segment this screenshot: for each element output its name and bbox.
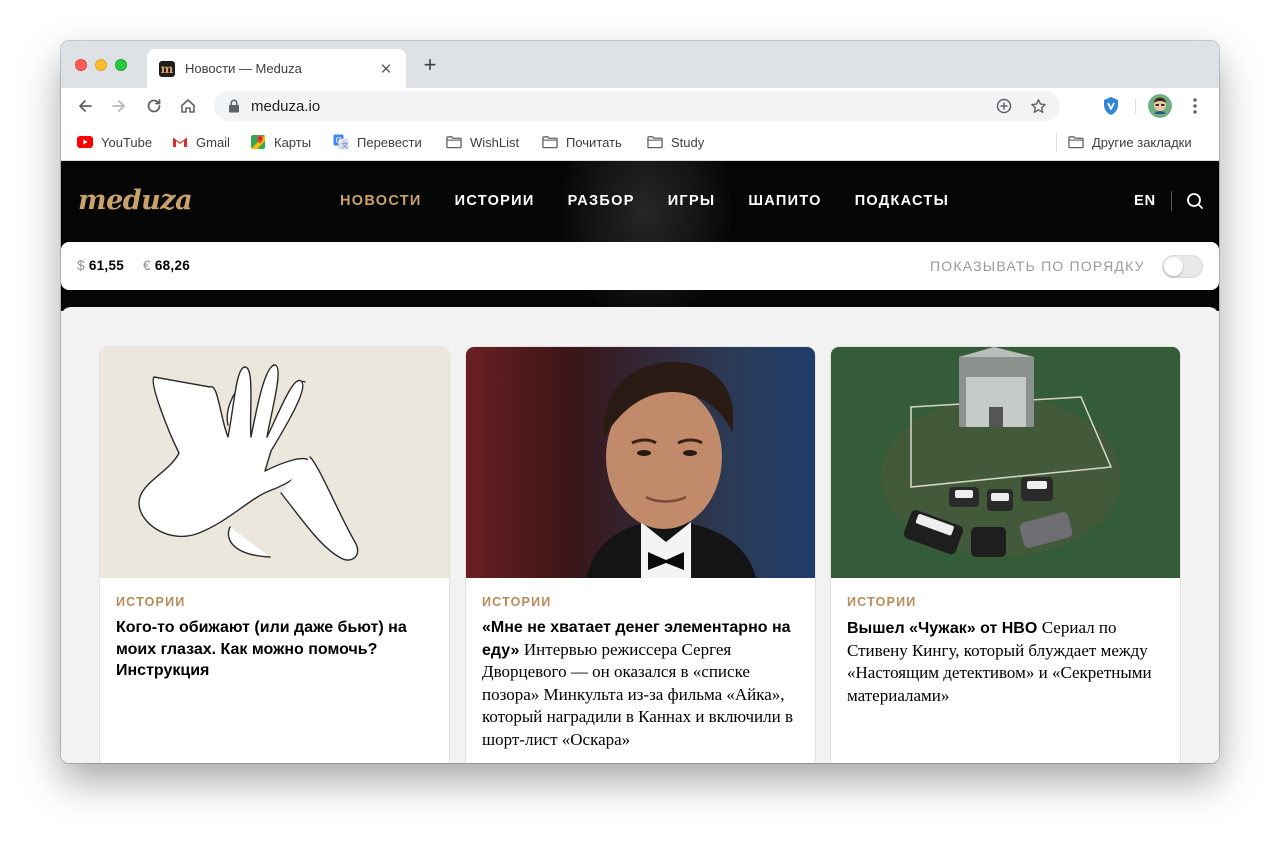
news-feed: ИСТОРИИ Кого-то обижают (или даже бьют) … bbox=[61, 307, 1219, 763]
nav-news[interactable]: НОВОСТИ bbox=[340, 193, 422, 209]
site-header: meduza НОВОСТИ ИСТОРИИ РАЗБОР ИГРЫ ШАПИТ… bbox=[61, 161, 1219, 311]
reload-icon bbox=[147, 99, 161, 113]
minimize-window-button[interactable] bbox=[95, 59, 107, 71]
maximize-window-button[interactable] bbox=[115, 59, 127, 71]
eur-rate: €68,26 bbox=[143, 258, 191, 273]
news-card[interactable]: ИСТОРИИ «Мне не хватает денег элементарн… bbox=[466, 347, 815, 763]
order-toggle-label: ПОКАЗЫВАТЬ ПО ПОРЯДКУ bbox=[930, 258, 1145, 274]
card-image-aerial-barn bbox=[831, 347, 1180, 578]
youtube-icon bbox=[77, 134, 93, 150]
tab-close-icon[interactable]: ✕ bbox=[378, 60, 394, 78]
active-tab[interactable]: m Новости — Meduza ✕ bbox=[147, 49, 406, 88]
toggle-knob bbox=[1164, 257, 1183, 276]
site-search-icon[interactable] bbox=[1185, 191, 1205, 211]
nav-podcasts[interactable]: ПОДКАСТЫ bbox=[855, 193, 949, 209]
news-card[interactable]: ИСТОРИИ Вышел «Чужак» от HBO Сериал по С… bbox=[831, 347, 1180, 763]
other-bookmarks-folder[interactable]: Другие закладки bbox=[1068, 133, 1192, 151]
usd-rate: $61,55 bbox=[77, 258, 125, 273]
site-nav: НОВОСТИ ИСТОРИИ РАЗБОР ИГРЫ ШАПИТО ПОДКА… bbox=[340, 193, 982, 209]
header-divider bbox=[1171, 191, 1172, 211]
home-button[interactable] bbox=[176, 94, 200, 118]
bookmarks-divider bbox=[1056, 133, 1057, 152]
address-bar[interactable]: meduza.io bbox=[214, 91, 1060, 121]
toolbar-divider bbox=[1135, 98, 1136, 114]
bookmark-maps[interactable]: Карты bbox=[250, 133, 311, 151]
arrow-right-icon bbox=[112, 100, 125, 112]
nav-analysis[interactable]: РАЗБОР bbox=[568, 193, 635, 209]
order-toggle[interactable] bbox=[1162, 255, 1203, 278]
nav-stories[interactable]: ИСТОРИИ bbox=[455, 193, 535, 209]
lock-icon[interactable] bbox=[227, 98, 241, 114]
browser-toolbar: meduza.io bbox=[61, 88, 1219, 124]
bookmark-translate[interactable]: G文 Перевести bbox=[333, 133, 422, 151]
folder-icon bbox=[446, 134, 462, 150]
folder-icon bbox=[1068, 134, 1084, 150]
chrome-menu-icon[interactable] bbox=[1183, 94, 1207, 118]
new-tab-button[interactable]: + bbox=[419, 54, 441, 77]
bookmark-gmail[interactable]: Gmail bbox=[172, 133, 230, 151]
news-card[interactable]: ИСТОРИИ Кого-то обижают (или даже бьют) … bbox=[100, 347, 449, 763]
vpn-shield-icon[interactable] bbox=[1099, 94, 1123, 118]
nav-games[interactable]: ИГРЫ bbox=[668, 193, 716, 209]
bookmarks-bar: YouTube Gmail Карты G文 Перевести WishLis… bbox=[61, 124, 1219, 161]
bookmark-youtube[interactable]: YouTube bbox=[77, 133, 152, 151]
card-rubric[interactable]: ИСТОРИИ bbox=[482, 595, 802, 609]
meduza-logo[interactable]: meduza bbox=[78, 185, 193, 216]
close-window-button[interactable] bbox=[75, 59, 87, 71]
svg-text:文: 文 bbox=[342, 141, 349, 150]
card-body: ИСТОРИИ Кого-то обижают (или даже бьют) … bbox=[116, 595, 436, 682]
bookmark-star-icon[interactable] bbox=[1026, 94, 1050, 118]
maps-icon bbox=[250, 134, 266, 150]
meduza-favicon-icon: m bbox=[159, 60, 175, 77]
translate-icon: G文 bbox=[333, 134, 349, 150]
tab-strip: m Новости — Meduza ✕ + bbox=[61, 41, 1219, 88]
card-image-hand-illustration bbox=[100, 347, 449, 578]
install-app-icon[interactable] bbox=[992, 94, 1016, 118]
bookmark-folder-pochitat[interactable]: Почитать bbox=[542, 133, 622, 151]
card-title[interactable]: «Мне не хватает денег элементарно на еду… bbox=[482, 617, 802, 751]
bookmark-folder-study[interactable]: Study bbox=[647, 133, 704, 151]
card-body: ИСТОРИИ Вышел «Чужак» от HBO Сериал по С… bbox=[847, 595, 1167, 707]
card-title[interactable]: Вышел «Чужак» от HBO Сериал по Стивену К… bbox=[847, 617, 1167, 707]
folder-icon bbox=[647, 134, 663, 150]
card-rubric[interactable]: ИСТОРИИ bbox=[847, 595, 1167, 609]
card-title[interactable]: Кого-то обижают (или даже бьют) на моих … bbox=[116, 617, 436, 682]
card-body: ИСТОРИИ «Мне не хватает денег элементарн… bbox=[482, 595, 802, 751]
gmail-icon bbox=[172, 134, 188, 150]
nav-shapito[interactable]: ШАПИТО bbox=[748, 193, 821, 209]
home-icon bbox=[181, 99, 195, 113]
forward-button[interactable] bbox=[107, 94, 131, 118]
reload-button[interactable] bbox=[142, 94, 166, 118]
page-content: meduza НОВОСТИ ИСТОРИИ РАЗБОР ИГРЫ ШАПИТ… bbox=[61, 161, 1219, 763]
card-image-director-portrait bbox=[466, 347, 815, 578]
card-rubric[interactable]: ИСТОРИИ bbox=[116, 595, 436, 609]
profile-avatar[interactable] bbox=[1148, 94, 1172, 118]
folder-icon bbox=[542, 134, 558, 150]
arrow-left-icon bbox=[79, 100, 92, 112]
browser-window: m Новости — Meduza ✕ + meduza.io YouTube… bbox=[61, 41, 1219, 763]
back-button[interactable] bbox=[73, 94, 97, 118]
tab-title: Новости — Meduza bbox=[185, 61, 302, 76]
currency-bar: $61,55 €68,26 ПОКАЗЫВАТЬ ПО ПОРЯДКУ bbox=[61, 242, 1219, 290]
language-switch[interactable]: EN bbox=[1134, 193, 1156, 209]
bookmark-folder-wishlist[interactable]: WishList bbox=[446, 133, 519, 151]
url-text[interactable]: meduza.io bbox=[251, 98, 992, 115]
